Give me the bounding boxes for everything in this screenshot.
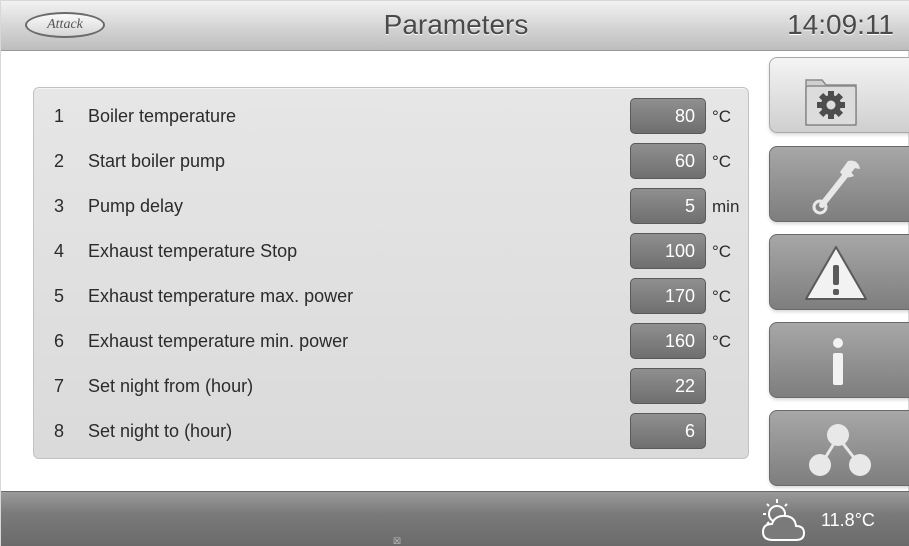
- parameter-value-field[interactable]: 100: [630, 233, 706, 269]
- warning-icon: [805, 246, 867, 300]
- logo-text: Attack: [47, 17, 83, 32]
- network-icon: [809, 424, 871, 476]
- parameter-value-field[interactable]: 170: [630, 278, 706, 314]
- parameter-row: 1 Boiler temperature 80 °C: [34, 96, 750, 136]
- parameters-panel: 1 Boiler temperature 80 °C 2 Start boile…: [33, 87, 749, 459]
- info-icon: [833, 338, 843, 385]
- parameter-value-field[interactable]: 22: [630, 368, 706, 404]
- info-button[interactable]: [769, 322, 909, 398]
- parameter-label: Pump delay: [88, 196, 184, 216]
- footer-marker: ☒: [393, 536, 402, 546]
- screen: Attack Parameters 14:09:11 1 Boiler temp…: [0, 0, 909, 546]
- parameter-number: 3: [54, 196, 65, 216]
- parameter-row: 3 Pump delay 5 min: [34, 186, 750, 226]
- parameter-number: 4: [54, 241, 65, 261]
- parameter-row: 8 Set night to (hour) 6: [34, 411, 750, 451]
- parameter-number: 5: [54, 286, 65, 306]
- parameter-unit: °C: [712, 287, 732, 306]
- parameter-row: 4 Exhaust temperature Stop 100 °C: [34, 231, 750, 271]
- outside-temperature: 11.8°C: [821, 510, 875, 530]
- parameter-row: 6 Exhaust temperature min. power 160 °C: [34, 321, 750, 361]
- parameter-row: 2 Start boiler pump 60 °C: [34, 141, 750, 181]
- parameter-number: 6: [54, 331, 65, 351]
- settings-folder-icon: [805, 79, 857, 126]
- parameter-label: Exhaust temperature Stop: [88, 241, 298, 261]
- parameter-label: Start boiler pump: [88, 151, 226, 171]
- header-bar: Attack Parameters 14:09:11: [1, 1, 909, 51]
- parameter-unit: °C: [712, 107, 732, 126]
- parameter-unit: °C: [712, 332, 732, 351]
- parameter-label: Set night from (hour): [88, 376, 254, 396]
- parameter-value-field[interactable]: 5: [630, 188, 706, 224]
- parameter-number: 2: [54, 151, 65, 171]
- parameter-label: Exhaust temperature max. power: [88, 286, 354, 306]
- wrench-icon: [812, 160, 860, 215]
- parameter-unit: °C: [712, 242, 732, 261]
- parameter-number: 1: [54, 106, 65, 126]
- parameter-unit: °C: [712, 152, 732, 171]
- page-title: Parameters: [383, 9, 529, 40]
- parameter-number: 7: [54, 376, 65, 396]
- parameter-label: Set night to (hour): [88, 421, 233, 441]
- alarms-button[interactable]: [769, 234, 909, 310]
- parameter-unit: min: [712, 197, 740, 216]
- parameter-label: Boiler temperature: [88, 106, 237, 126]
- parameter-value-field[interactable]: 60: [630, 143, 706, 179]
- attack-logo: Attack: [25, 12, 105, 38]
- footer-bar: ☒ 11.8°C: [1, 491, 909, 546]
- clock: 14:09:11: [787, 9, 894, 40]
- parameter-number: 8: [54, 421, 65, 441]
- parameter-value-field[interactable]: 160: [630, 323, 706, 359]
- settings-button[interactable]: [769, 57, 909, 133]
- network-button[interactable]: [769, 410, 909, 486]
- parameter-label: Exhaust temperature min. power: [88, 331, 349, 351]
- parameter-row: 5 Exhaust temperature max. power 170 °C: [34, 276, 750, 316]
- service-button[interactable]: [769, 146, 909, 222]
- parameter-value-field[interactable]: 6: [630, 413, 706, 449]
- partly-cloudy-icon: [761, 499, 806, 541]
- parameter-row: 7 Set night from (hour) 22: [34, 366, 750, 406]
- parameter-value-field[interactable]: 80: [630, 98, 706, 134]
